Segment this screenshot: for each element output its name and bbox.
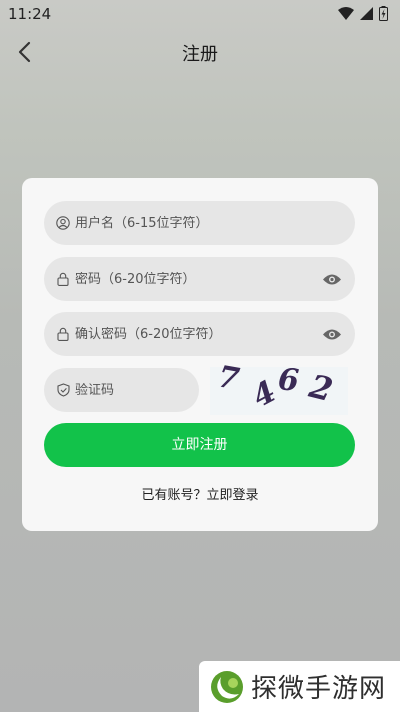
wifi-icon [338,7,354,20]
captcha-field[interactable] [44,368,199,412]
captcha-char: 7 [215,359,242,398]
captcha-char: 2 [305,366,337,410]
show-password-icon[interactable] [321,269,343,289]
register-card: 7 4 6 2 立即注册 已有账号？立即登录 [22,178,378,531]
battery-icon [379,6,388,21]
shield-icon [55,382,71,398]
show-confirm-password-icon[interactable] [321,324,343,344]
captcha-char: 6 [276,362,301,399]
status-icons [338,6,388,21]
lock-icon [55,271,71,287]
password-field[interactable] [44,257,355,301]
register-button[interactable]: 立即注册 [44,423,355,467]
password-input[interactable] [75,271,305,287]
user-icon [55,215,71,231]
page-title: 注册 [182,44,218,65]
header: 注册 [0,30,400,74]
captcha-image[interactable]: 7 4 6 2 [210,359,348,415]
username-input[interactable] [75,215,305,231]
watermark-text: 探微手游网 [251,674,387,704]
login-prompt-text: 已有账号？ [141,488,207,503]
confirm-password-input[interactable] [75,326,305,342]
login-link[interactable]: 立即登录 [207,488,259,503]
signal-icon [360,7,373,20]
status-time: 11:24 [8,5,52,23]
watermark-logo-icon [211,670,243,703]
status-bar: 11:24 [0,0,400,28]
username-field[interactable] [44,201,355,245]
watermark: 探微手游网 [199,661,400,712]
login-prompt-line: 已有账号？立即登录 [22,484,378,503]
confirm-password-field[interactable] [44,312,355,356]
captcha-input[interactable] [75,382,185,398]
lock-icon [55,326,71,342]
